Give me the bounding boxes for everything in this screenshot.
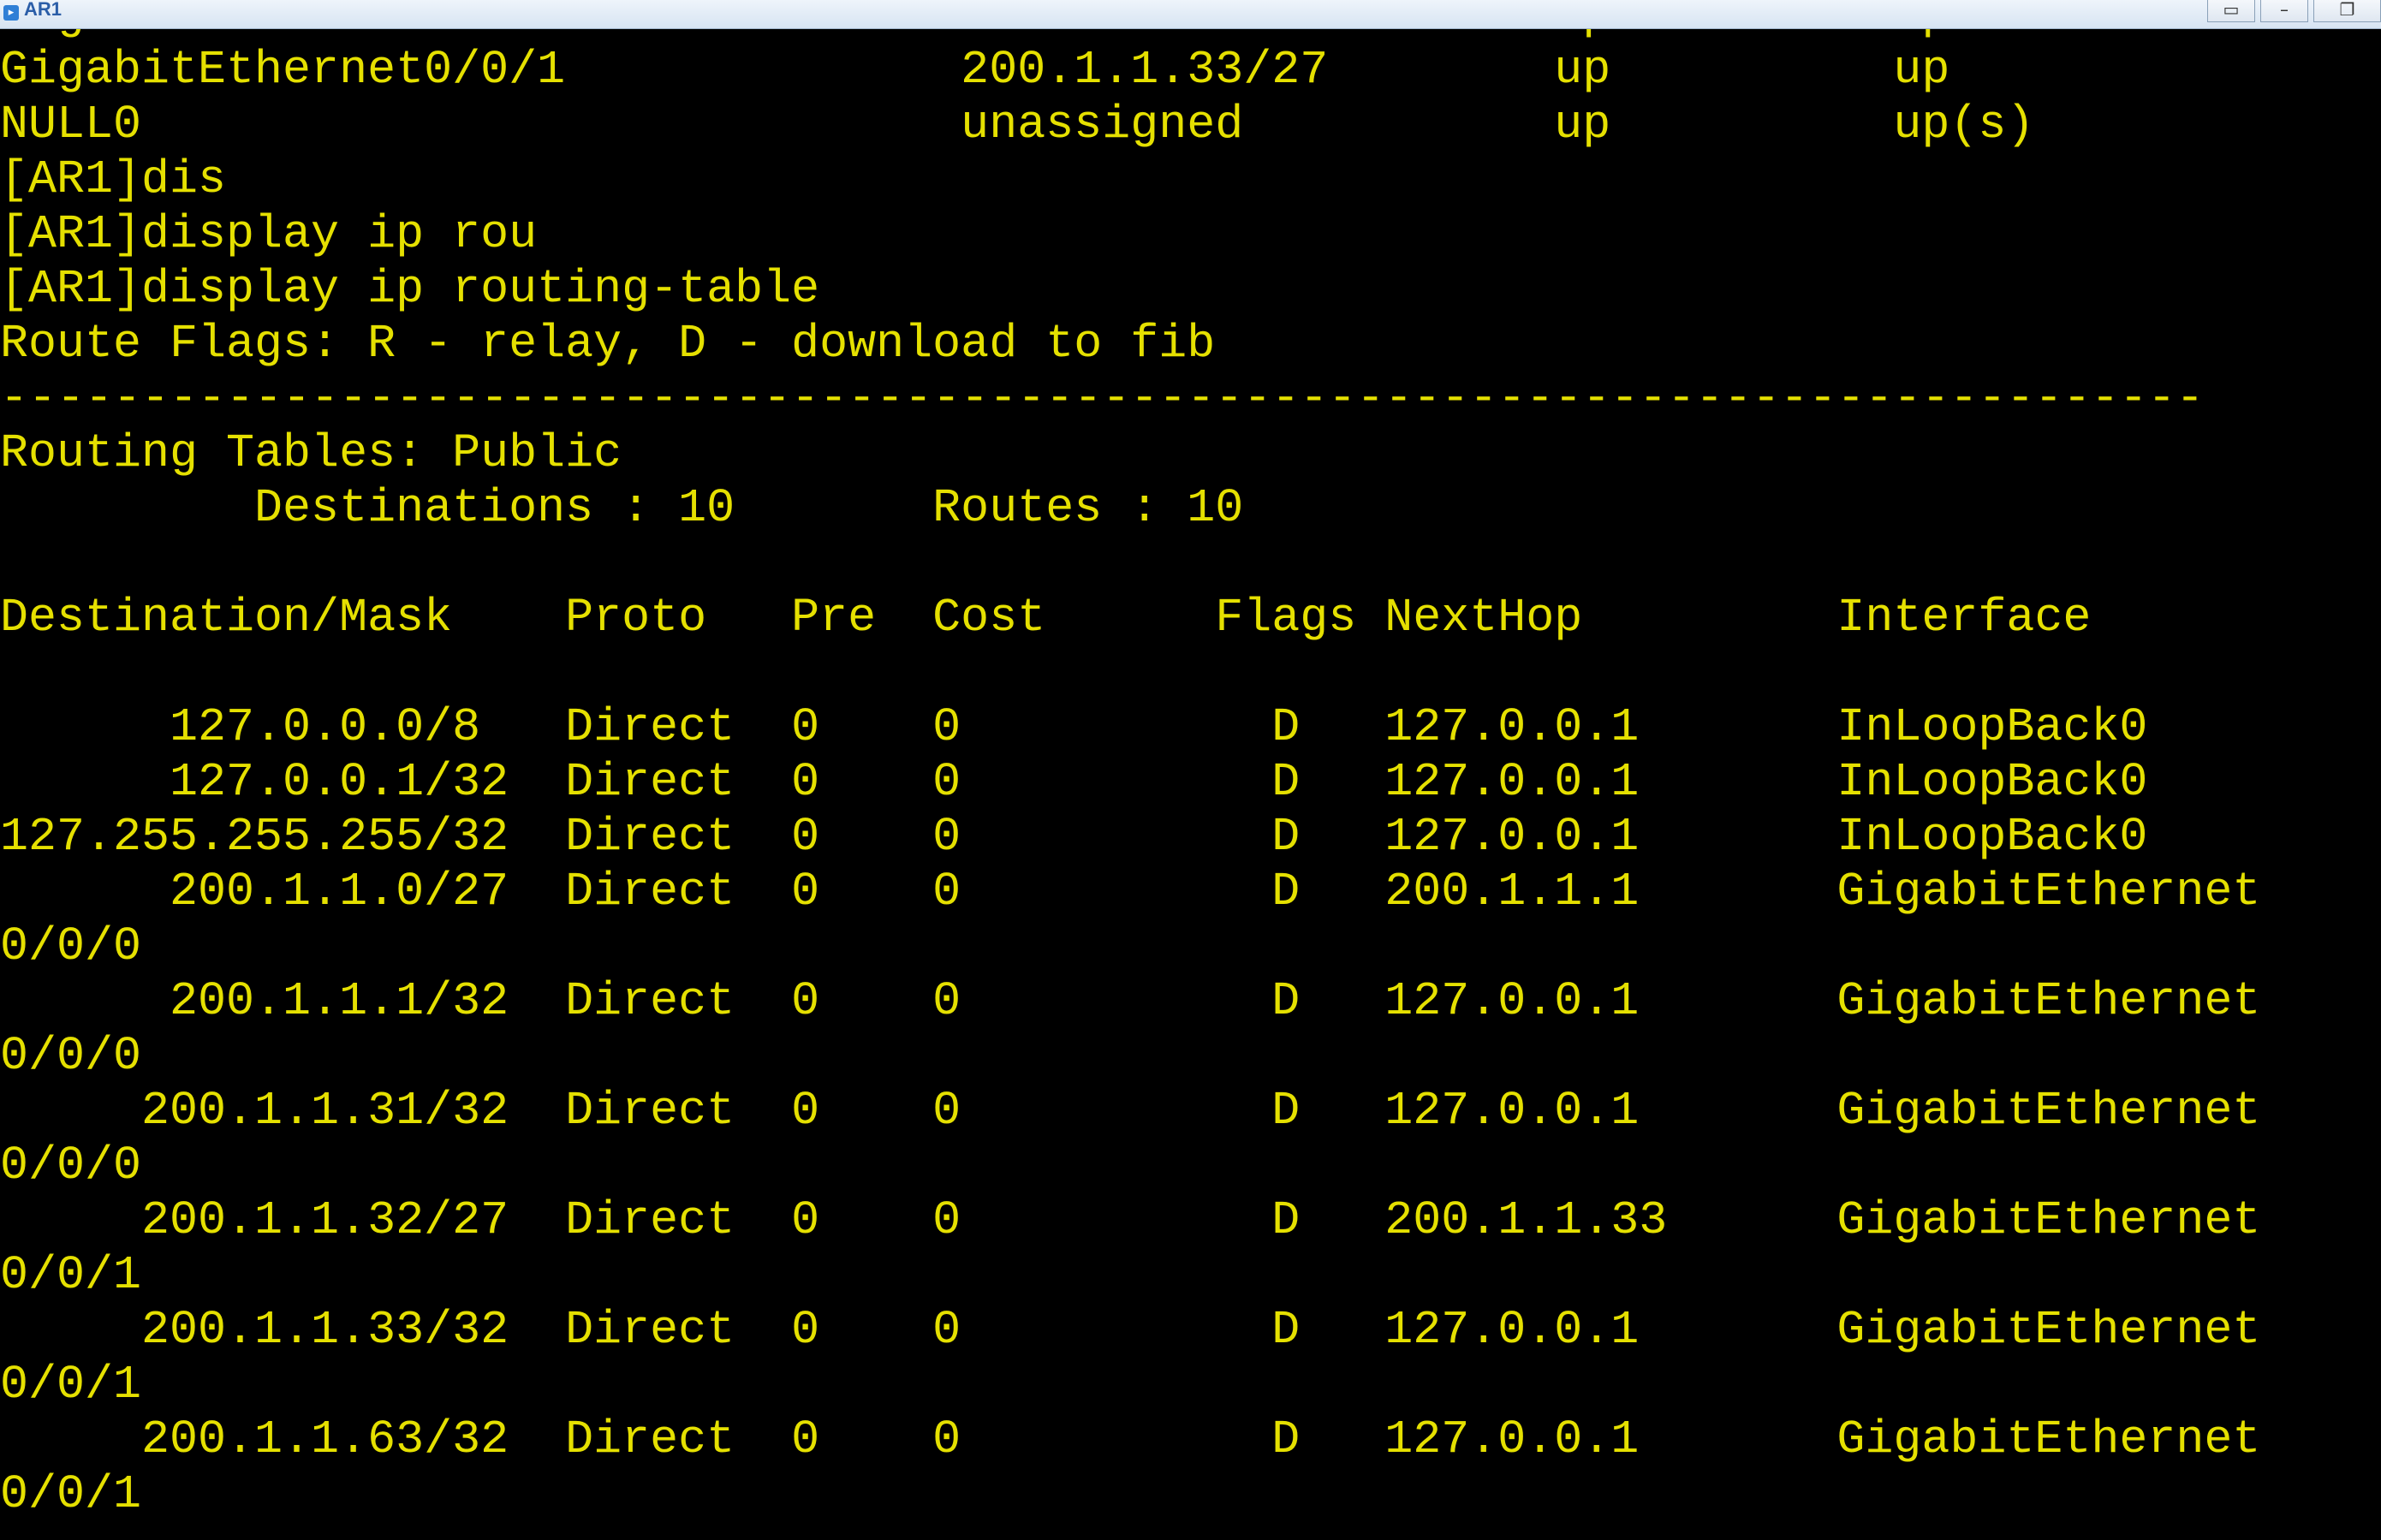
restore-button[interactable]: ❐ (2313, 0, 2381, 22)
terminal-line: 0/0/1 (0, 1248, 142, 1302)
terminal-line: 127.0.0.0/8 Direct 0 0 D 127.0.0.1 InLoo… (0, 700, 2148, 754)
terminal-line: 200.1.1.31/32 Direct 0 0 D 127.0.0.1 Gig… (0, 1084, 2261, 1138)
terminal-line: 0/0/0 (0, 919, 142, 973)
window-menu-button[interactable]: ▭ (2207, 0, 2255, 22)
terminal-line: 0/0/1 (0, 1358, 142, 1412)
terminal-line: 200.1.1.33/32 Direct 0 0 D 127.0.0.1 Gig… (0, 1303, 2261, 1357)
terminal-window: ▸ AR1 ▭ – ❐ GigabitEthernet0/0/0 200.1.1… (0, 0, 2381, 1540)
terminal-line: 0/0/1 (0, 1467, 142, 1521)
terminal-line: [AR1]dis (0, 152, 227, 206)
terminal-line: 200.1.1.0/27 Direct 0 0 D 200.1.1.1 Giga… (0, 865, 2261, 919)
terminal-output[interactable]: GigabitEthernet0/0/0 200.1.1.1/27 up upG… (0, 0, 2381, 1522)
minimize-button[interactable]: – (2260, 0, 2308, 22)
terminal-line: ----------------------------------------… (0, 372, 2205, 425)
terminal-line: 127.0.0.1/32 Direct 0 0 D 127.0.0.1 InLo… (0, 755, 2148, 809)
terminal-line: [AR1]display ip routing-table (0, 262, 820, 316)
terminal-app-icon: ▸ (3, 5, 19, 21)
window-title: AR1 (24, 0, 63, 20)
title-bar[interactable]: ▸ AR1 ▭ – ❐ (0, 0, 2381, 29)
terminal-line: 200.1.1.1/32 Direct 0 0 D 127.0.0.1 Giga… (0, 974, 2261, 1028)
terminal-line: 0/0/0 (0, 1139, 142, 1192)
terminal-line: [AR1]display ip rou (0, 207, 538, 261)
terminal-line: 0/0/0 (0, 1029, 142, 1083)
terminal-line: Destinations : 10 Routes : 10 (0, 481, 1244, 535)
terminal-line: 127.255.255.255/32 Direct 0 0 D 127.0.0.… (0, 810, 2148, 864)
terminal-line: 200.1.1.32/27 Direct 0 0 D 200.1.1.33 Gi… (0, 1193, 2261, 1247)
terminal-line: Destination/Mask Proto Pre Cost Flags Ne… (0, 591, 2092, 645)
terminal-line: GigabitEthernet0/0/1 200.1.1.33/27 up up (0, 43, 1950, 97)
terminal-line: Route Flags: R - relay, D - download to … (0, 317, 1216, 371)
terminal-line: Routing Tables: Public (0, 426, 622, 480)
terminal-line: 200.1.1.63/32 Direct 0 0 D 127.0.0.1 Gig… (0, 1412, 2261, 1466)
terminal-line: NULL0 unassigned up up(s) (0, 98, 2035, 152)
